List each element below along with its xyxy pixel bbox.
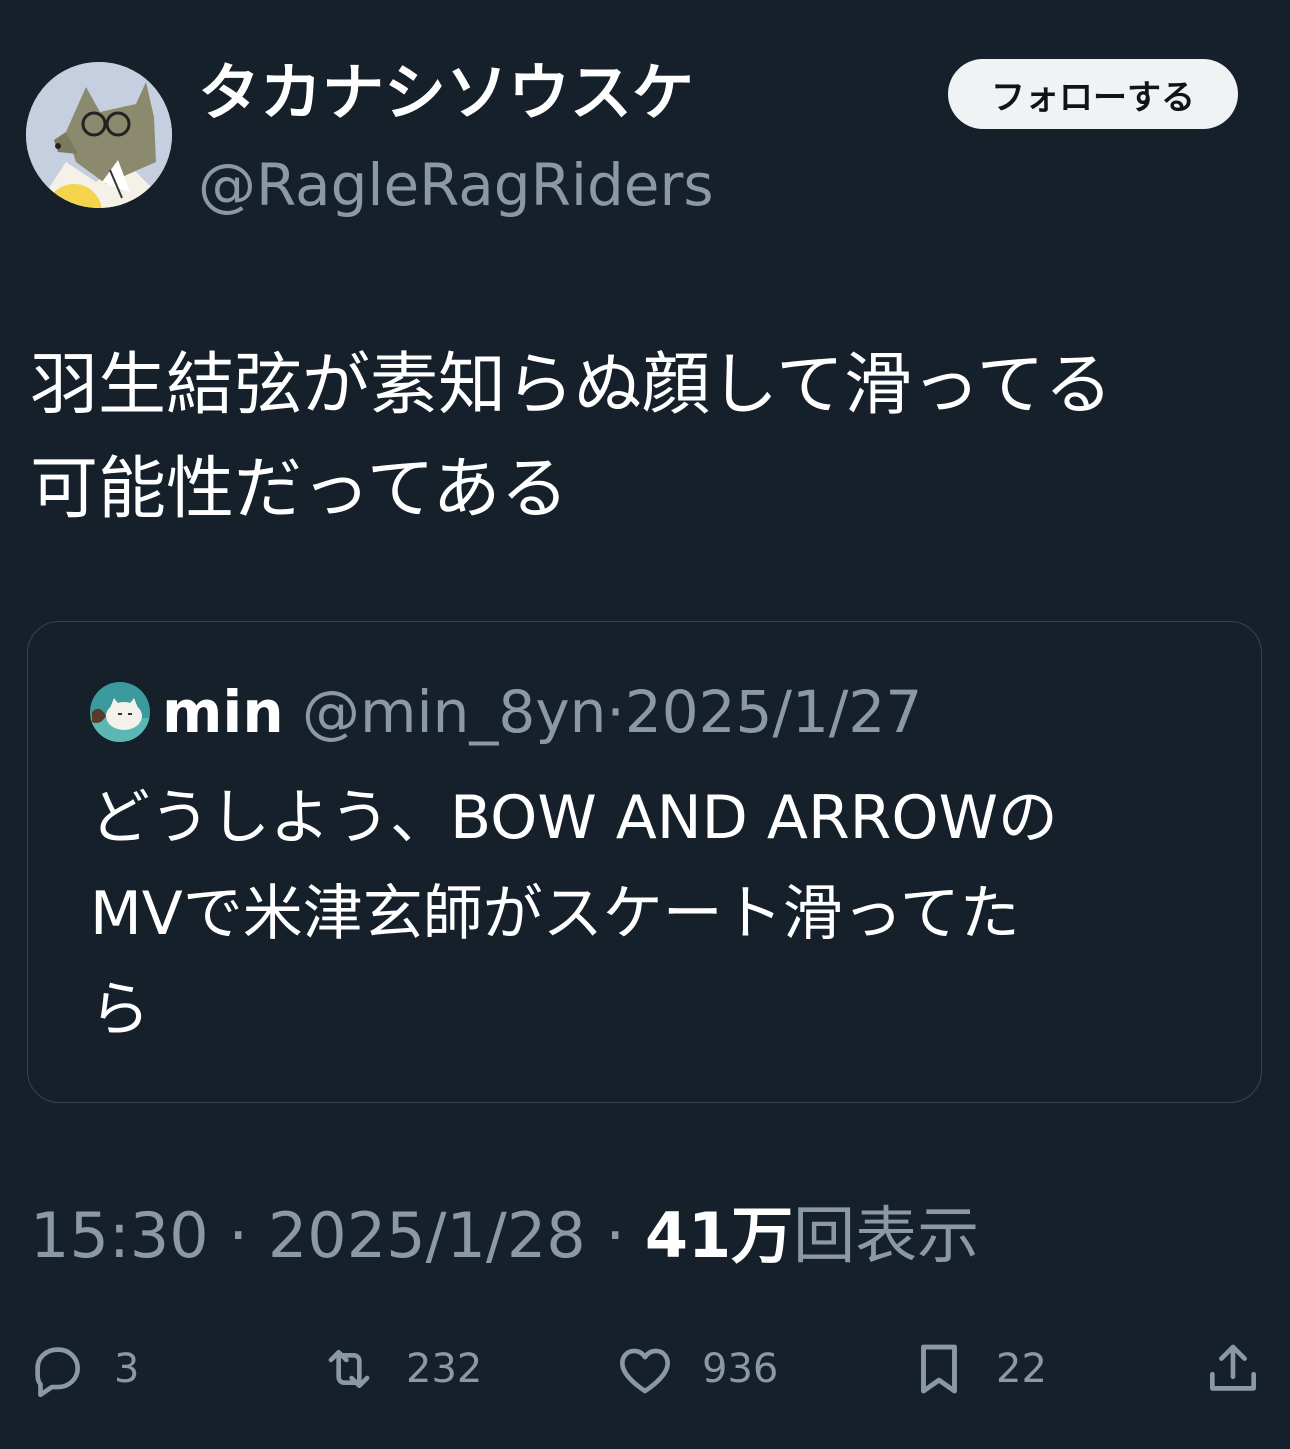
tweet-time[interactable]: 15:30 <box>30 1199 209 1272</box>
tweet-meta: 15:30 · 2025/1/28 · 41万回表示 <box>30 1196 979 1276</box>
quoted-date: 2025/1/27 <box>624 678 923 746</box>
tweet-date[interactable]: 2025/1/28 <box>268 1199 586 1272</box>
meta-separator: · <box>585 1199 645 1272</box>
meta-separator: · <box>208 1199 268 1272</box>
reply-icon <box>26 1338 88 1400</box>
quoted-author-name: min <box>162 678 284 746</box>
retweet-icon <box>318 1338 380 1400</box>
author-avatar[interactable] <box>26 62 172 208</box>
quoted-tweet-text: どうしよう、BOW AND ARROWの MVで米津玄師がスケート滑ってた ら <box>90 783 1058 1045</box>
follow-button[interactable]: フォローする <box>948 59 1238 129</box>
quoted-separator: · <box>606 678 625 746</box>
retweet-count: 232 <box>406 1346 483 1392</box>
quoted-author-avatar <box>90 682 150 742</box>
share-icon <box>1202 1338 1264 1400</box>
author-display-name[interactable]: タカナシソウスケ <box>198 52 694 134</box>
retweet-button[interactable]: 232 <box>318 1336 482 1402</box>
heart-icon <box>614 1338 676 1400</box>
like-button[interactable]: 936 <box>614 1336 778 1402</box>
views-label: 回表示 <box>793 1199 980 1272</box>
cat-avatar-icon <box>90 682 150 742</box>
tweet-text: 羽生結弦が素知らぬ顔して滑ってる 可能性だってある <box>30 346 1113 529</box>
wolf-avatar-icon <box>26 62 172 208</box>
reply-button[interactable]: 3 <box>26 1336 139 1402</box>
views-count: 41万 <box>644 1199 794 1272</box>
reply-count: 3 <box>114 1346 140 1392</box>
quoted-tweet-header: min @min_8yn·2025/1/27 <box>162 674 922 750</box>
like-count: 936 <box>702 1346 779 1392</box>
bookmark-button[interactable]: 22 <box>908 1336 1047 1402</box>
bookmark-count: 22 <box>996 1346 1047 1392</box>
bookmark-icon <box>908 1338 970 1400</box>
share-button[interactable] <box>1202 1336 1264 1402</box>
quoted-tweet-card[interactable]: min @min_8yn·2025/1/27 どうしよう、BOW AND ARR… <box>27 621 1262 1103</box>
author-handle[interactable]: @RagleRagRiders <box>198 150 714 220</box>
quoted-author-handle: @min_8yn <box>302 678 607 746</box>
